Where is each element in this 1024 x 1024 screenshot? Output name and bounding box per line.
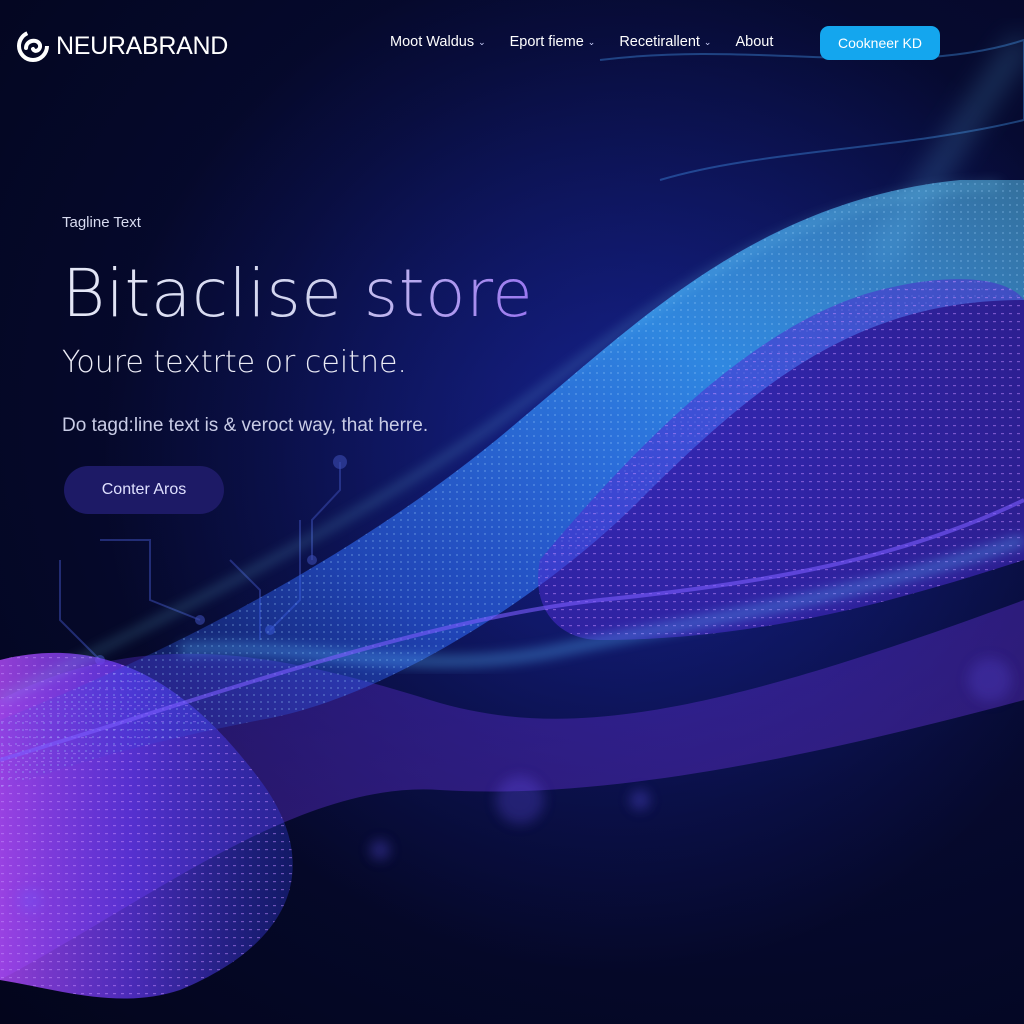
main-nav: Moot Waldus ⌄ Eport fieme ⌄ Recetirallen…	[390, 34, 797, 50]
nav-item-label: Recetirallent	[619, 34, 700, 50]
header-cta-button[interactable]: Cookneer KD	[820, 26, 940, 60]
nav-item-label: Eport fieme	[509, 34, 584, 50]
hero-subheadline: Youre textrte or ceitne.	[62, 345, 407, 380]
nav-item-moot-waldus[interactable]: Moot Waldus ⌄	[390, 34, 486, 50]
hero-body-text: Do tagd:line text is & veroct way, that …	[62, 415, 429, 436]
chevron-down-icon: ⌄	[478, 36, 486, 47]
chevron-down-icon: ⌄	[703, 36, 712, 47]
brand-logo-icon	[17, 30, 49, 62]
nav-item-label: Moot Waldus	[390, 34, 475, 50]
nav-item-eport-fieme[interactable]: Eport fieme ⌄	[510, 34, 596, 50]
nav-item-about[interactable]: About	[735, 34, 773, 50]
brand-name: NEURABRAND	[56, 31, 229, 60]
hero-section: Tagline Text Bitaclise store Youre textr…	[62, 214, 622, 437]
hero-cta-button[interactable]: Conter Aros	[64, 466, 224, 514]
nav-item-recetirallent[interactable]: Recetirallent ⌄	[619, 34, 711, 50]
chevron-down-icon: ⌄	[587, 36, 596, 47]
hero-tagline: Tagline Text	[62, 214, 141, 231]
nav-item-label: About	[735, 34, 774, 50]
hero-headline: Bitaclise store	[62, 257, 622, 331]
top-navigation-bar: NEURABRAND Moot Waldus ⌄ Eport fieme ⌄ R…	[0, 0, 1024, 88]
brand-logo[interactable]: NEURABRAND	[16, 28, 228, 64]
